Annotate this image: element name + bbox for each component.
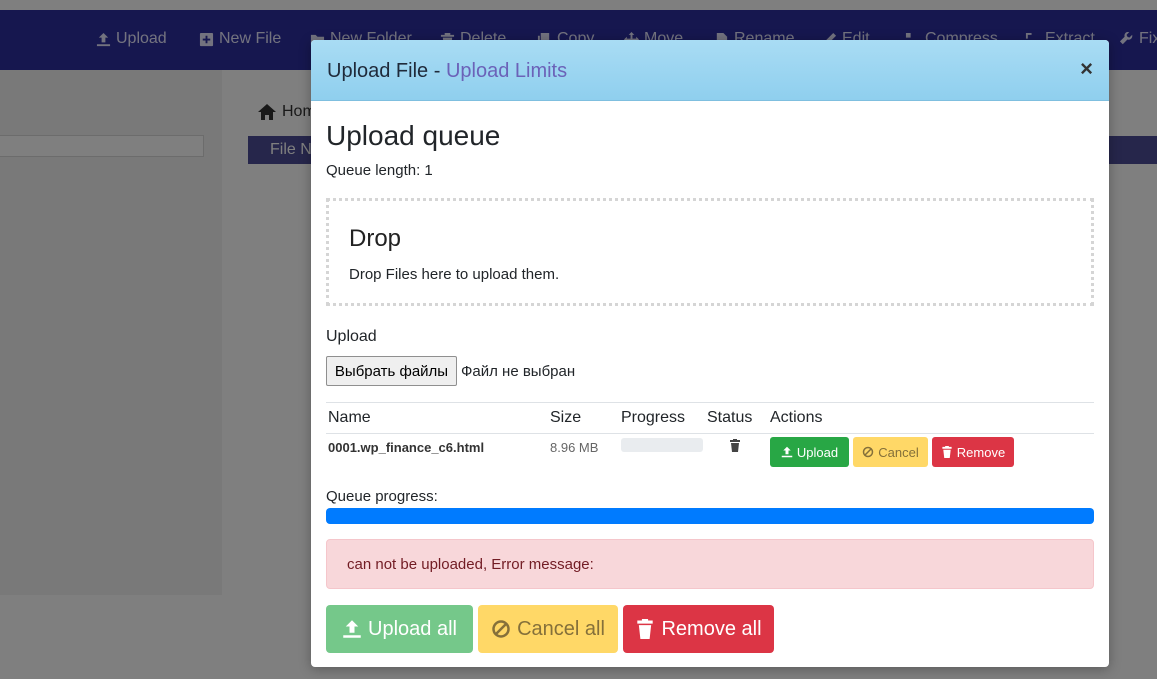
modal-title: Upload File - Upload Limits (327, 60, 567, 83)
queue-progress-label: Queue progress: (326, 488, 438, 505)
row-cancel-button[interactable]: Cancel (853, 437, 928, 467)
row-cancel-label: Cancel (878, 444, 919, 460)
upload-modal: Upload File - Upload Limits × Upload que… (311, 40, 1109, 667)
upload-icon (343, 620, 361, 638)
header-status: Status (707, 409, 753, 426)
drop-title: Drop (349, 225, 402, 252)
header-actions: Actions (770, 409, 823, 426)
close-button[interactable]: × (1080, 58, 1093, 80)
upload-queue-heading: Upload queue (326, 120, 501, 151)
no-file-chosen-text: Файл не выбран (461, 363, 576, 380)
drop-text: Drop Files here to upload them. (349, 266, 560, 283)
ban-icon (863, 446, 874, 458)
modal-title-separator: - (428, 60, 446, 82)
choose-files-button[interactable]: Выбрать файлы (326, 356, 457, 386)
modal-header: Upload File - Upload Limits × (311, 40, 1109, 101)
upload-icon (781, 446, 793, 458)
header-name: Name (328, 409, 371, 426)
drop-zone[interactable]: Drop Drop Files here to upload them. (326, 198, 1094, 306)
row-upload-button[interactable]: Upload (770, 437, 849, 467)
modal-title-text: Upload File (327, 60, 429, 82)
queue-progress-fill (326, 508, 1094, 524)
upload-all-label: Upload all (368, 617, 457, 640)
cancel-all-button[interactable]: Cancel all (478, 605, 618, 653)
queue-progress-bar (326, 508, 1094, 524)
file-name: 0001.wp_finance_c6.html (328, 440, 485, 455)
header-progress: Progress (621, 409, 686, 426)
upload-label: Upload (326, 328, 377, 345)
upload-all-button[interactable]: Upload all (326, 605, 473, 653)
row-remove-button[interactable]: Remove (932, 437, 1014, 467)
header-size: Size (550, 409, 582, 426)
upload-queue-table: Name Size Progress Status Actions 0001.w… (326, 402, 1094, 474)
error-alert: can not be uploaded, Error message: (326, 539, 1094, 589)
file-progress-bar (621, 438, 703, 452)
cancel-all-label: Cancel all (517, 617, 605, 640)
row-upload-label: Upload (796, 444, 839, 460)
remove-all-button[interactable]: Remove all (623, 605, 774, 653)
queue-length: Queue length: 1 (326, 162, 433, 179)
trash-icon (637, 619, 654, 639)
queue-table-header: Name Size Progress Status Actions (326, 403, 1094, 434)
trash-icon (730, 439, 740, 452)
file-size: 8.96 MB (550, 440, 599, 455)
remove-all-label: Remove all (661, 617, 762, 640)
row-remove-label: Remove (956, 444, 1006, 460)
upload-limits-link[interactable]: Upload Limits (446, 60, 567, 82)
trash-icon (942, 446, 952, 458)
ban-icon (492, 620, 510, 638)
table-row: 0001.wp_finance_c6.html 8.96 MB Upload C… (326, 434, 1094, 474)
